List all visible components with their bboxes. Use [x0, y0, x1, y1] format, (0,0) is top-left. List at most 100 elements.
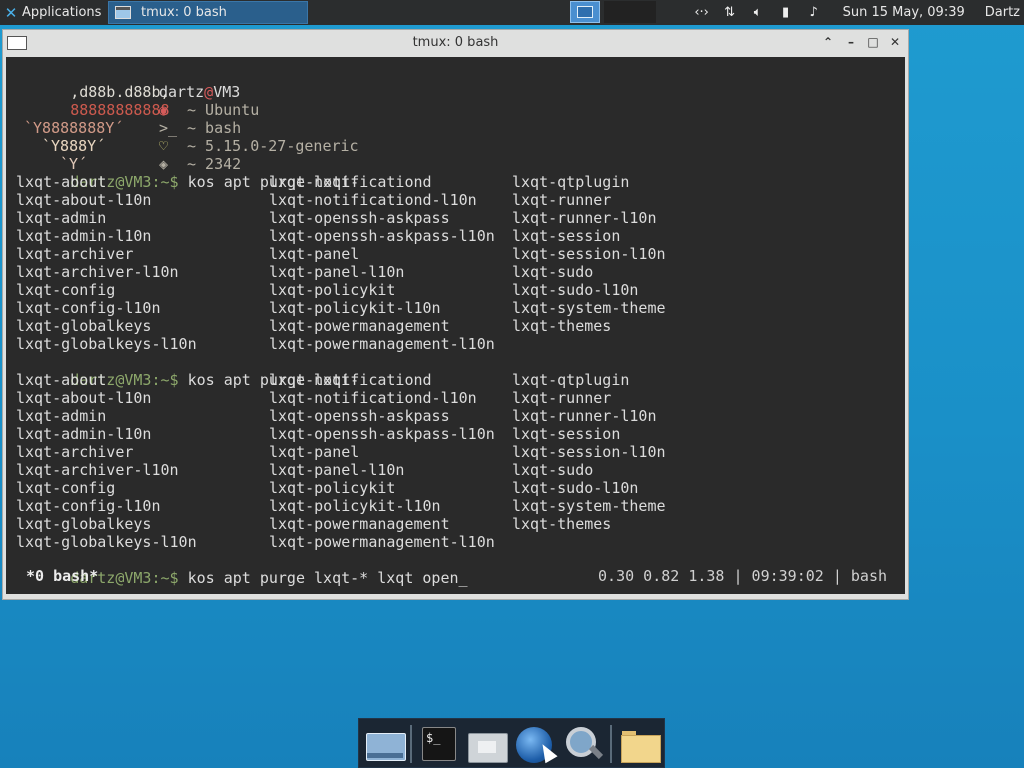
completion-row: lxqt-globalkeys-l10n lxqt-powermanagement…	[16, 335, 495, 353]
completion-item: lxqt-admin	[16, 407, 107, 425]
applications-menu-button[interactable]: ✕ Applications	[0, 0, 102, 25]
completion-item: lxqt-archiver-l10n	[16, 263, 179, 281]
completion-item: lxqt-config	[16, 479, 116, 497]
completion-row: lxqt-admin lxqt-openssh-askpass lxqt-runne…	[16, 209, 657, 227]
completion-item: lxqt-session-l10n	[512, 245, 666, 263]
neofetch-os: ~ Ubuntu	[187, 101, 260, 119]
completion-item: lxqt-policykit	[269, 479, 396, 497]
completion-item: lxqt-policykit	[269, 281, 396, 299]
tmux-window-list[interactable]: *0 bash*	[26, 567, 98, 586]
network-transfer-icon[interactable]: ‹·›	[693, 5, 711, 20]
heart-icon: ♡	[159, 137, 169, 155]
completion-item: lxqt-policykit-l10n	[269, 497, 441, 515]
completion-item: lxqt-globalkeys	[16, 317, 152, 335]
volume-icon[interactable]: 🔈︎	[749, 5, 767, 20]
completion-item: lxqt-powermanagement	[269, 515, 450, 533]
dock-separator	[610, 725, 612, 763]
neofetch-line-3: `Y8888888Y´ >_ ~ bash	[16, 101, 241, 137]
notification-bell-icon[interactable]: ♪	[805, 5, 823, 20]
completion-item: lxqt-openssh-askpass	[269, 209, 450, 227]
completion-item: lxqt-config-l10n	[16, 299, 161, 317]
neofetch-line-4: `Y888Y´ ♡ ~ 5.15.0-27-generic	[16, 119, 359, 155]
battery-icon[interactable]: ▮	[777, 5, 795, 20]
completion-item: lxqt-system-theme	[512, 299, 666, 317]
completion-row: lxqt-globalkeys lxqt-powermanagement lxqt-…	[16, 515, 611, 533]
completion-item: lxqt-about	[16, 173, 107, 191]
show-desktop-icon[interactable]	[364, 725, 406, 763]
completion-item: lxqt-admin-l10n	[16, 425, 152, 443]
web-browser-icon[interactable]	[514, 725, 558, 764]
prompt-line-1: dartz@VM3:~$ kos apt purge lxqt-	[16, 155, 359, 191]
completion-item: lxqt-qtplugin	[512, 371, 630, 389]
completion-item: lxqt-session	[512, 425, 621, 443]
completion-item: lxqt-powermanagement	[269, 317, 450, 335]
neofetch-line-2: 88888888888 ◉ ~ Ubuntu	[16, 83, 259, 119]
tmux-status-right: 0.30 0.82 1.38 | 09:39:02 | bash	[598, 567, 887, 585]
window-titlebar[interactable]: tmux: 0 bash ⌃ – □ ✕	[3, 30, 908, 56]
neofetch-line-5: `Y´ ◈ ~ 2342	[16, 137, 241, 173]
completion-item: lxqt-panel	[269, 245, 360, 263]
file-manager-icon[interactable]	[619, 725, 661, 763]
completion-item: lxqt-qtplugin	[512, 173, 630, 191]
completion-item: lxqt-config	[16, 281, 116, 299]
search-icon[interactable]	[563, 725, 604, 763]
completion-item: lxqt-panel-l10n	[269, 461, 405, 479]
dock-separator	[410, 725, 412, 763]
system-tray: ‹·› ⇅ 🔈︎ ▮ ♪ Sun 15 May, 09:39 Dartz	[693, 0, 1024, 25]
workspace-1-button[interactable]	[570, 1, 600, 23]
close-button[interactable]: ✕	[887, 34, 903, 50]
clock[interactable]: Sun 15 May, 09:39	[843, 5, 965, 20]
completion-item: lxqt-session	[512, 227, 621, 245]
neofetch-host: VM3	[213, 83, 241, 101]
completion-item: lxqt-runner	[512, 191, 612, 209]
completion-row: lxqt-archiver lxqt-panel lxqt-session-l10n	[16, 245, 666, 263]
neofetch-at: @	[204, 83, 214, 101]
completion-item: lxqt-config-l10n	[16, 497, 161, 515]
completion-item: lxqt-session-l10n	[512, 443, 666, 461]
completion-row: lxqt-about lxqt-notificationd lxqt-qtplugi…	[16, 173, 629, 191]
completion-item: lxqt-sudo	[512, 263, 594, 281]
prompt-line-2: dartz@VM3:~$ kos apt purge lxqt-	[16, 353, 359, 389]
completion-item: lxqt-policykit-l10n	[269, 299, 441, 317]
neofetch-shell: ~ bash	[187, 119, 242, 137]
completion-item: lxqt-powermanagement-l10n	[269, 533, 495, 551]
completion-item: lxqt-runner	[512, 389, 612, 407]
completion-item: lxqt-openssh-askpass-l10n	[269, 227, 495, 245]
completion-item: lxqt-themes	[512, 515, 612, 533]
logo-line-2: 88888888888	[70, 101, 170, 119]
terminal-icon[interactable]: $_	[420, 725, 460, 763]
minimize-button[interactable]: –	[843, 34, 859, 50]
completion-row: lxqt-archiver-l10n lxqt-panel-l10n lxqt-su…	[16, 263, 593, 281]
updown-arrows-icon[interactable]: ⇅	[721, 5, 739, 20]
completion-row: lxqt-config-l10n lxqt-policykit-l10n lxqt-…	[16, 299, 666, 317]
completion-item: lxqt-globalkeys-l10n	[16, 533, 197, 551]
workspace-2-button[interactable]	[604, 1, 656, 23]
completion-item: lxqt-panel	[269, 443, 360, 461]
completion-item: lxqt-sudo-l10n	[512, 479, 639, 497]
completion-item: lxqt-archiver	[16, 245, 134, 263]
completion-item: lxqt-themes	[512, 317, 612, 335]
completion-row: lxqt-admin lxqt-openssh-askpass lxqt-runne…	[16, 407, 657, 425]
ubuntu-icon: ◉	[159, 101, 169, 119]
terminal-content[interactable]: ,d88b.d88b, dartz@VM3 88888888888 ◉ ~ Ubunt…	[6, 57, 905, 594]
taskbar-item-tmux[interactable]: tmux: 0 bash	[108, 1, 308, 24]
completion-row: lxqt-archiver-l10n lxqt-panel-l10n lxqt-su…	[16, 461, 593, 479]
window-title: tmux: 0 bash	[412, 35, 499, 50]
completion-row: lxqt-about-l10n lxqt-notificationd-l10n lx…	[16, 191, 611, 209]
completion-row: lxqt-admin-l10n lxqt-openssh-askpass-l10n…	[16, 227, 620, 245]
completion-item: lxqt-notificationd	[269, 371, 432, 389]
completion-item: lxqt-sudo	[512, 461, 594, 479]
completion-item: lxqt-notificationd-l10n	[269, 389, 477, 407]
completion-item: lxqt-admin-l10n	[16, 227, 152, 245]
user-menu[interactable]: Dartz	[985, 5, 1020, 20]
home-folder-icon[interactable]	[466, 725, 508, 763]
maximize-button[interactable]: □	[865, 34, 881, 50]
completion-row: lxqt-globalkeys-l10n lxqt-powermanagement…	[16, 533, 495, 551]
window-up-icon[interactable]: ⌃	[820, 34, 836, 50]
completion-item: lxqt-globalkeys	[16, 515, 152, 533]
tmux-status-bar: *0 bash* 0.30 0.82 1.38 | 09:39:02 | bas…	[6, 567, 905, 586]
completion-item: lxqt-notificationd	[269, 173, 432, 191]
completion-item: lxqt-globalkeys-l10n	[16, 335, 197, 353]
user-host: dartz@VM3	[159, 83, 240, 101]
completion-item: lxqt-openssh-askpass	[269, 407, 450, 425]
